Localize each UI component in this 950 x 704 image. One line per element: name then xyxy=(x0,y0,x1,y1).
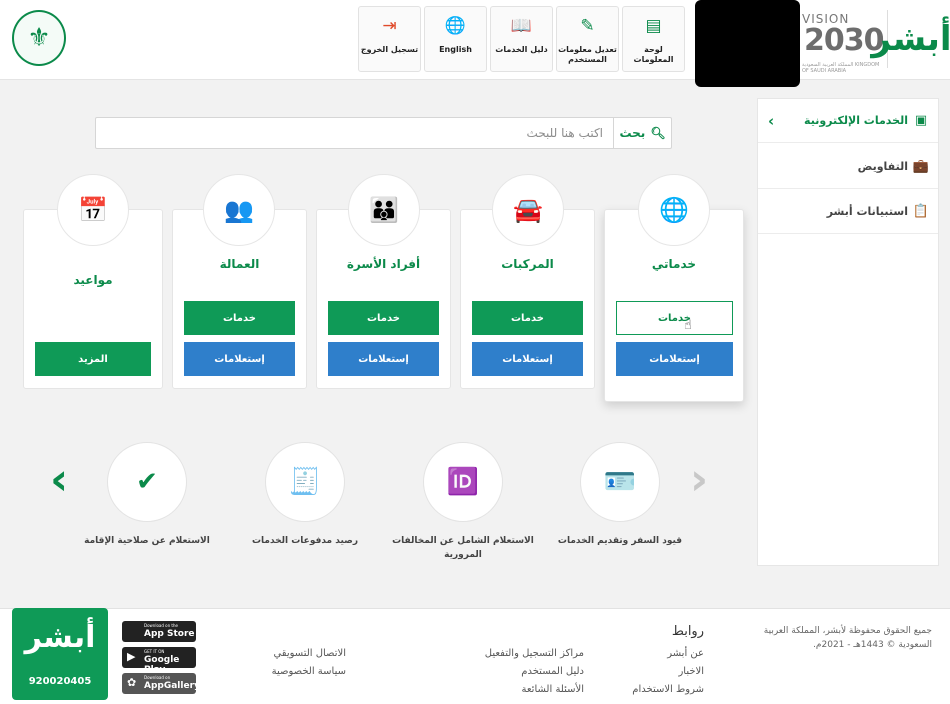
payment-doc-icon[interactable]: 🧾 xyxy=(265,442,345,522)
store-big-label: App Store xyxy=(144,629,195,639)
edit-icon: ✎ xyxy=(580,16,595,36)
services-label: خدمات xyxy=(511,312,544,324)
search-button[interactable]: بحث 🔍︎ xyxy=(613,118,671,148)
id-card-icon[interactable]: 🆔 xyxy=(423,442,503,522)
ministry-emblem-icon: ⚜ xyxy=(12,10,66,66)
vehicles-inquiries-button[interactable]: إستعلامات xyxy=(472,342,583,376)
copyright-text: جميع الحقوق محفوظة لأبشر، المملكة العربي… xyxy=(763,626,932,650)
sidebar-item-label: التفاويض xyxy=(857,160,908,173)
chevron-left-icon: ‹ xyxy=(768,111,775,130)
search-icon: 🔍︎ xyxy=(650,126,666,140)
inquiries-label: إستعلامات xyxy=(502,353,553,365)
vehicle-icon: 🚘 xyxy=(492,174,564,246)
book-icon: 📖 xyxy=(510,16,533,36)
workers-icon: 👥 xyxy=(203,174,275,246)
sidebar-item-label: استبيانات أبشر xyxy=(826,205,908,218)
sidebar-item-electronic-services[interactable]: ‹ الخدمات الإلكترونية ▣ xyxy=(758,99,938,143)
store-small-label: Download on the xyxy=(144,623,178,628)
cursor-icon: ☝ xyxy=(684,318,692,333)
dashboard-button[interactable]: ▤ لوحة المعلومات xyxy=(622,6,685,72)
app-store-button[interactable]: Download on the App Store xyxy=(122,621,196,642)
quick-service-label: قيود السفر وتقديم الخدمات xyxy=(557,536,683,546)
google-play-button[interactable]: ▶ GET IT ON Google Play xyxy=(122,647,196,675)
footer-link-faq[interactable]: الأسئلة الشائعة xyxy=(430,684,585,695)
footer-link-registration-centers[interactable]: مراكز التسجيل والتفعيل xyxy=(430,648,584,659)
play-icon: ▶ xyxy=(127,650,136,663)
footer-links-title: روابط xyxy=(671,624,704,639)
quick-service-label: الاستعلام عن صلاحية الإقامة xyxy=(84,536,210,546)
services-icon: ▣ xyxy=(914,113,928,128)
card-title: أفراد الأسرة xyxy=(346,257,421,271)
sidebar-item-surveys[interactable]: استبيانات أبشر 📋 xyxy=(758,190,938,234)
card-title: خدماتي xyxy=(651,257,697,271)
logout-icon: ⇥ xyxy=(382,16,397,36)
absher-logo[interactable]: أبشر xyxy=(871,10,950,68)
search-button-label: بحث xyxy=(619,126,646,140)
vehicles-services-button[interactable]: خدمات xyxy=(472,301,583,335)
search-bar: بحث 🔍︎ xyxy=(95,117,672,149)
absher-logo-text: أبشر xyxy=(871,19,950,59)
family-icon: 👪 xyxy=(348,174,420,246)
family-services-button[interactable]: خدمات xyxy=(328,301,439,335)
english-label: English xyxy=(439,45,472,54)
my-services-inquiries-button[interactable]: إستعلامات xyxy=(616,342,733,376)
redacted-area xyxy=(695,0,800,87)
travel-id-icon[interactable]: 🪪 xyxy=(580,442,660,522)
family-inquiries-button[interactable]: إستعلامات xyxy=(328,342,439,376)
services-label: خدمات xyxy=(223,312,256,324)
footer-absher-badge: أبشر 920020405 xyxy=(12,608,108,700)
inquiries-label: إستعلامات xyxy=(358,353,409,365)
english-button[interactable]: 🌐 English xyxy=(424,6,487,72)
quick-service-label: رصيد مدفوعات الخدمات xyxy=(251,536,359,546)
store-big-label: Google Play xyxy=(144,655,180,675)
sidebar: ‹ الخدمات الإلكترونية ▣ التفاويض 💼 استبي… xyxy=(757,98,939,566)
carousel-prev-arrow-icon[interactable]: ‹ xyxy=(50,458,68,502)
services-guide-label: دليل الخدمات xyxy=(495,45,548,54)
logout-button[interactable]: ⇥ تسجيل الخروج xyxy=(358,6,421,72)
card-title: المركبات xyxy=(501,257,554,271)
logout-label: تسجيل الخروج xyxy=(360,45,419,54)
survey-icon: 📋 xyxy=(912,204,930,219)
edit-user-info-button[interactable]: ✎ تعديل معلومات المستخدم xyxy=(556,6,619,72)
footer-link-privacy[interactable]: سياسة الخصوصية xyxy=(220,666,346,677)
edit-user-info-label: تعديل معلومات المستخدم xyxy=(558,45,617,64)
my-services-services-button[interactable]: خدمات ☝ xyxy=(616,301,733,335)
calendar-icon: 📅 xyxy=(57,174,129,246)
huawei-icon: ✿ xyxy=(127,676,137,689)
globe-cursor-icon: 🌐 xyxy=(638,174,710,246)
globe-icon: 🌐 xyxy=(444,16,467,36)
store-big-label: AppGallery xyxy=(144,681,200,691)
footer-link-terms[interactable]: شروط الاستخدام xyxy=(620,684,704,695)
residence-check-icon[interactable]: ✔ xyxy=(107,442,187,522)
footer-link-user-guide[interactable]: دليل المستخدم xyxy=(430,666,584,677)
briefcase-icon: 💼 xyxy=(912,159,930,174)
footer-link-about[interactable]: عن أبشر xyxy=(620,648,704,659)
vision-subtitle: المملكة العربية السعودية KINGDOM OF SAUD… xyxy=(802,62,880,74)
appointments-more-button[interactable]: المزيد xyxy=(35,342,151,376)
labor-services-button[interactable]: خدمات xyxy=(184,301,295,335)
footer-link-news[interactable]: الاخبار xyxy=(620,666,704,677)
app-gallery-button[interactable]: ✿ Download on AppGallery xyxy=(122,673,200,694)
store-small-label: Download on xyxy=(144,675,171,680)
search-input[interactable] xyxy=(96,118,613,148)
labor-inquiries-button[interactable]: إستعلامات xyxy=(184,342,295,376)
sidebar-item-label: الخدمات الإلكترونية xyxy=(804,114,908,127)
more-label: المزيد xyxy=(78,353,108,365)
services-label: خدمات xyxy=(367,312,400,324)
footer-link-marketing[interactable]: الاتصال التسويقي xyxy=(220,648,346,659)
sidebar-item-delegations[interactable]: التفاويض 💼 xyxy=(758,145,938,189)
dashboard-icon: ▤ xyxy=(645,16,662,36)
support-phone: 920020405 xyxy=(28,676,92,687)
vision-2030-logo: VISION 2030 المملكة العربية السعودية KIN… xyxy=(802,10,884,74)
card-title: مواعيد xyxy=(73,273,113,287)
carousel-next-arrow-icon[interactable]: › xyxy=(690,458,708,502)
inquiries-label: إستعلامات xyxy=(214,353,265,365)
services-guide-button[interactable]: 📖 دليل الخدمات xyxy=(490,6,553,72)
footer-logo-text: أبشر xyxy=(24,620,96,655)
inquiries-label: إستعلامات xyxy=(649,353,700,365)
quick-service-label: الاستعلام الشامل عن المخالفات المرورية xyxy=(392,536,534,560)
store-small-label: GET IT ON xyxy=(144,649,165,654)
card-title: العمالة xyxy=(219,257,260,271)
dashboard-label: لوحة المعلومات xyxy=(633,45,674,64)
